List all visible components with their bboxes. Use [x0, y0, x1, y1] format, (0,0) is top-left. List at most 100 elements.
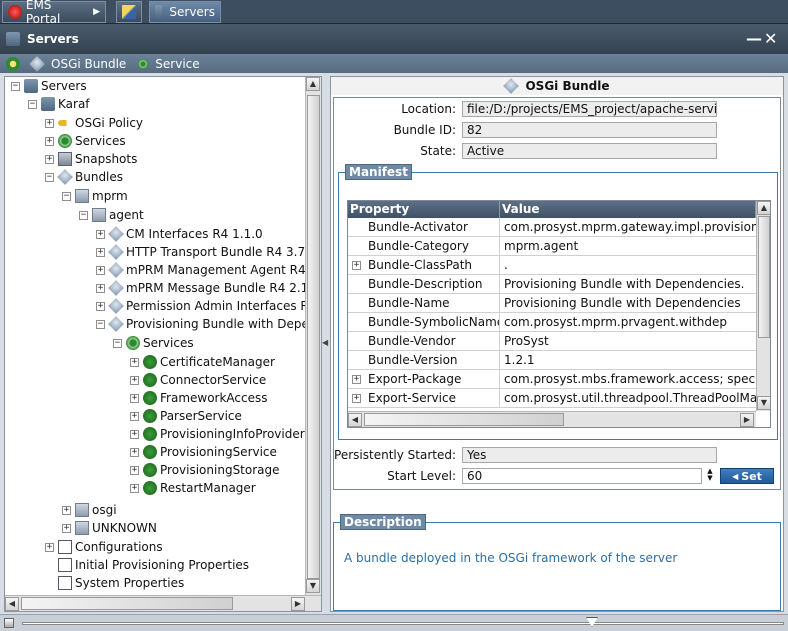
- scroll-right-button[interactable]: ▶: [740, 413, 754, 427]
- tree-node[interactable]: + Services: [45, 132, 126, 150]
- expand-icon[interactable]: +: [130, 483, 139, 493]
- expand-icon[interactable]: +: [96, 247, 105, 257]
- tree-node[interactable]: + CM Interfaces R4 1.1.0: [96, 225, 263, 243]
- tree-node[interactable]: + FrameworkAccess: [130, 389, 268, 407]
- expand-icon[interactable]: +: [62, 505, 71, 515]
- manifest-row[interactable]: Bundle-Description Provisioning Bundle wi…: [348, 275, 756, 294]
- tree-node[interactable]: − Servers: [11, 77, 87, 95]
- tree-node[interactable]: Initial Provisioning Properties: [45, 556, 249, 574]
- bundle-id-field[interactable]: 82: [462, 122, 717, 138]
- scroll-left-button[interactable]: ◀: [348, 413, 362, 427]
- close-button[interactable]: ✕: [764, 29, 777, 48]
- manifest-row[interactable]: Bundle-Name Provisioning Bundle with Depe…: [348, 294, 756, 313]
- expand-icon[interactable]: +: [130, 429, 139, 439]
- manifest-row[interactable]: Bundle-Vendor ProSyst: [348, 332, 756, 351]
- tree-vertical-thumb[interactable]: [307, 95, 320, 579]
- scroll-down-button[interactable]: ▼: [757, 396, 770, 410]
- taskbar-servers-button[interactable]: Servers: [149, 1, 221, 23]
- tree-node[interactable]: + ProvisioningService: [130, 443, 277, 461]
- expand-icon[interactable]: +: [130, 393, 139, 403]
- expand-icon[interactable]: +: [130, 375, 139, 385]
- start-level-spinner[interactable]: ▲ ▼: [704, 468, 716, 484]
- refresh-icon[interactable]: [6, 56, 20, 71]
- manifest-row[interactable]: Export-Package com.prosyst.mbs.framework.…: [348, 370, 756, 389]
- expand-icon[interactable]: +: [62, 523, 71, 533]
- tree-node[interactable]: + OSGi Policy: [45, 114, 143, 132]
- scroll-right-button[interactable]: ▶: [291, 597, 305, 611]
- tree-node[interactable]: + Configurations: [45, 538, 163, 556]
- location-field[interactable]: file:/D:/projects/EMS_project/apache-ser…: [462, 101, 717, 117]
- tree-node[interactable]: − mprm: [62, 187, 128, 205]
- taskbar-ems-portal-button[interactable]: EMS Portal ▶: [2, 0, 106, 26]
- tree-node[interactable]: + ProvisioningInfoProvider: [130, 425, 305, 443]
- expand-icon[interactable]: +: [96, 265, 105, 275]
- expand-icon[interactable]: +: [96, 283, 105, 293]
- expand-icon[interactable]: +: [352, 261, 361, 270]
- persistently-started-field[interactable]: Yes: [462, 447, 717, 463]
- collapse-icon[interactable]: −: [96, 319, 105, 329]
- manifest-row[interactable]: Bundle-SymbolicName com.prosyst.mprm.prva…: [348, 313, 756, 332]
- tree-node[interactable]: − agent: [79, 206, 144, 224]
- manifest-row[interactable]: Export-Service com.prosyst.util.threadpoo…: [348, 389, 756, 408]
- collapse-icon[interactable]: −: [45, 172, 54, 182]
- expand-icon[interactable]: +: [130, 357, 139, 367]
- collapse-icon[interactable]: −: [11, 81, 20, 91]
- manifest-vertical-scrollbar[interactable]: ▲ ▼: [756, 201, 770, 411]
- tree-node[interactable]: − Karaf: [28, 95, 90, 113]
- expand-icon[interactable]: +: [45, 118, 54, 128]
- expand-icon[interactable]: +: [352, 375, 361, 384]
- column-header-value[interactable]: Value: [500, 201, 756, 218]
- manifest-row[interactable]: Bundle-ClassPath. +: [348, 256, 756, 275]
- scroll-up-button[interactable]: ▲: [757, 201, 770, 215]
- tree-node[interactable]: + mPRM Message Bundle R4 2.1.: [96, 279, 305, 297]
- toolbar-service-button[interactable]: Service: [138, 57, 200, 71]
- expand-icon[interactable]: +: [130, 447, 139, 457]
- expand-icon[interactable]: +: [45, 542, 54, 552]
- expand-icon[interactable]: +: [45, 154, 54, 164]
- tree-node[interactable]: + ParserService: [130, 407, 242, 425]
- scroll-left-button[interactable]: ◀: [5, 597, 19, 611]
- tree-node[interactable]: + HTTP Transport Bundle R4 3.7.: [96, 243, 305, 261]
- tree-node[interactable]: − Bundles: [45, 168, 123, 186]
- tree-node[interactable]: + CertificateManager: [130, 353, 275, 371]
- tree-node[interactable]: + RestartManager: [130, 479, 256, 497]
- manifest-row[interactable]: Bundle-Activator com.prosyst.mprm.gateway…: [348, 218, 756, 237]
- toolbar-osgi-bundle-button[interactable]: OSGi Bundle: [29, 55, 126, 72]
- spinner-down-icon[interactable]: ▼: [704, 475, 716, 482]
- tree-node[interactable]: + Snapshots: [45, 150, 137, 168]
- tree-node[interactable]: + UNKNOWN: [62, 519, 157, 537]
- scroll-down-button[interactable]: ▼: [306, 579, 320, 593]
- tree-horizontal-thumb[interactable]: [21, 597, 233, 610]
- minimize-button[interactable]: —: [746, 29, 762, 48]
- expand-icon[interactable]: +: [96, 229, 105, 239]
- column-header-property[interactable]: Property: [348, 201, 500, 218]
- taskbar-tools-button[interactable]: [116, 1, 142, 23]
- tree-node[interactable]: + ProvisioningStorage: [130, 461, 280, 479]
- state-field[interactable]: Active: [462, 143, 717, 159]
- tree-node[interactable]: + osgi: [62, 501, 117, 519]
- set-button[interactable]: ◀ Set: [720, 468, 774, 484]
- expand-icon[interactable]: +: [130, 411, 139, 421]
- tree-vertical-scrollbar[interactable]: ▲ ▼: [305, 77, 321, 595]
- manifest-row[interactable]: Bundle-Version 1.2.1: [348, 351, 756, 370]
- tree-node[interactable]: − Services: [113, 334, 194, 352]
- collapse-icon[interactable]: −: [62, 191, 71, 201]
- collapse-icon[interactable]: −: [28, 99, 37, 109]
- expand-icon[interactable]: +: [96, 301, 105, 311]
- manifest-row[interactable]: Bundle-Category mprm.agent: [348, 237, 756, 256]
- manifest-vertical-thumb[interactable]: [758, 216, 770, 338]
- collapse-icon[interactable]: −: [113, 338, 122, 348]
- status-slider-track[interactable]: [22, 622, 784, 625]
- expand-icon[interactable]: +: [130, 465, 139, 475]
- tree-node[interactable]: + ConnectorService: [130, 371, 266, 389]
- expand-icon[interactable]: +: [352, 394, 361, 403]
- collapse-icon[interactable]: −: [79, 210, 88, 220]
- tree-node[interactable]: − Provisioning Bundle with Deper: [96, 315, 305, 333]
- manifest-horizontal-scrollbar[interactable]: ◀ ▶: [348, 411, 756, 427]
- tree-node[interactable]: System Properties: [45, 574, 184, 592]
- tree-node[interactable]: + Permission Admin Interfaces R: [96, 297, 305, 315]
- manifest-horizontal-thumb[interactable]: [364, 413, 564, 426]
- start-level-input[interactable]: 60: [462, 468, 702, 484]
- tree-node[interactable]: + mPRM Management Agent R4 2: [96, 261, 305, 279]
- panel-splitter[interactable]: ◀: [322, 76, 330, 612]
